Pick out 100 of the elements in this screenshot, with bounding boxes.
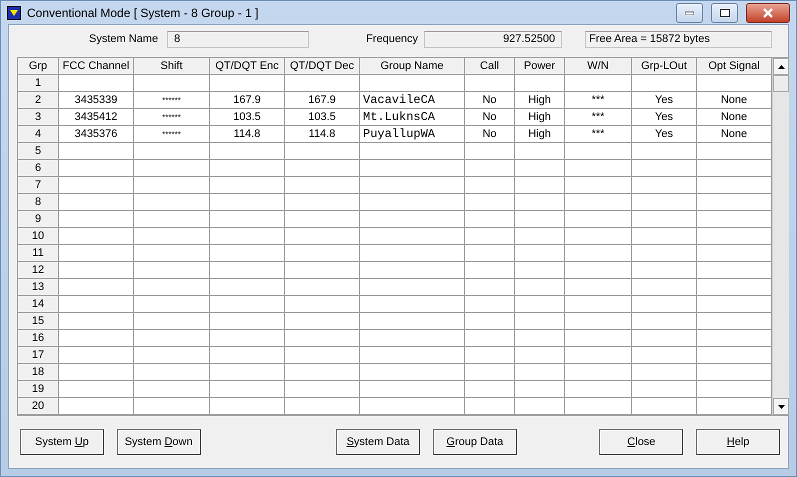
- empty-cell: [565, 296, 632, 313]
- empty-cell: [515, 262, 565, 279]
- empty-cell: [465, 364, 515, 381]
- maximize-button[interactable]: [711, 2, 738, 22]
- maximize-icon: [720, 8, 730, 16]
- empty-cell: [565, 177, 632, 194]
- column-header: FCC Channel: [59, 58, 134, 75]
- empty-cell: [565, 75, 632, 92]
- empty-cell: [515, 177, 565, 194]
- empty-cell: [465, 381, 515, 398]
- row-header: 14: [18, 296, 59, 313]
- column-header: Shift: [134, 58, 210, 75]
- empty-cell: [632, 160, 697, 177]
- row-header: 6: [18, 160, 59, 177]
- dialog-button[interactable]: System Up: [20, 429, 104, 455]
- scroll-up-button[interactable]: [773, 58, 789, 75]
- table-cell: 3435376: [59, 126, 134, 143]
- close-button[interactable]: [746, 2, 790, 22]
- row-header: 8: [18, 194, 59, 211]
- empty-cell: [565, 211, 632, 228]
- row-header: 5: [18, 143, 59, 160]
- table-cell: 3435339: [59, 92, 134, 109]
- empty-cell: [632, 364, 697, 381]
- row-header: 18: [18, 364, 59, 381]
- window-title: Conventional Mode [ System - 8 Group - 1 ]: [27, 6, 258, 20]
- empty-cell: [565, 245, 632, 262]
- table-cell: ******: [134, 92, 210, 109]
- empty-cell: [515, 245, 565, 262]
- empty-cell: [632, 347, 697, 364]
- row-header: 15: [18, 313, 59, 330]
- empty-cell: [465, 245, 515, 262]
- row-header: 9: [18, 211, 59, 228]
- table-cell: No: [465, 126, 515, 143]
- frequency-label: Frequency: [366, 33, 418, 45]
- empty-cell: [515, 228, 565, 245]
- table-cell: No: [465, 109, 515, 126]
- empty-cell: [565, 381, 632, 398]
- empty-cell: [632, 313, 697, 330]
- table-cell: 167.9: [285, 92, 360, 109]
- empty-cell: [515, 75, 565, 92]
- empty-cell: [465, 228, 515, 245]
- table-cell: VacavileCA: [360, 92, 465, 109]
- empty-cell: [632, 381, 697, 398]
- empty-cell: [465, 143, 515, 160]
- column-header: Call: [465, 58, 515, 75]
- empty-cell: [565, 262, 632, 279]
- empty-cell: [465, 75, 515, 92]
- empty-cell: [565, 194, 632, 211]
- empty-cell: [565, 279, 632, 296]
- dialog-button[interactable]: System Down: [116, 429, 201, 455]
- row-header: 16: [18, 330, 59, 347]
- scroll-thumb[interactable]: [773, 75, 789, 92]
- empty-cell: [565, 347, 632, 364]
- table-cell: 114.8: [285, 126, 360, 143]
- dialog-button[interactable]: Close: [599, 429, 684, 455]
- empty-cell: [515, 330, 565, 347]
- row-header: 2: [18, 92, 59, 109]
- table-cell: Yes: [632, 109, 697, 126]
- table-cell: ***: [565, 92, 632, 109]
- column-header: Grp-LOut: [632, 58, 697, 75]
- empty-cell: [632, 177, 697, 194]
- dialog-button[interactable]: Help: [696, 429, 780, 455]
- dialog-button[interactable]: Group Data: [432, 429, 517, 455]
- empty-cell: [465, 313, 515, 330]
- dialog-button[interactable]: System Data: [336, 429, 420, 455]
- row-header: 3: [18, 109, 59, 126]
- empty-cell: [465, 330, 515, 347]
- empty-cell: [515, 313, 565, 330]
- empty-cell: [465, 347, 515, 364]
- table-cell: 103.5: [285, 109, 360, 126]
- system-name-label: System Name: [89, 33, 158, 45]
- row-header: 7: [18, 177, 59, 194]
- empty-cell: [565, 143, 632, 160]
- system-name-field: 8: [167, 30, 310, 48]
- empty-cell: [632, 228, 697, 245]
- empty-cell: [465, 160, 515, 177]
- scroll-down-button[interactable]: [773, 398, 789, 415]
- column-header: QT/DQT Dec: [285, 58, 360, 75]
- table-cell: 103.5: [210, 109, 285, 126]
- table-cell: ***: [565, 126, 632, 143]
- row-header: 11: [18, 245, 59, 262]
- table-cell: PuyallupWA: [360, 126, 465, 143]
- empty-cell: [515, 296, 565, 313]
- table-cell: ******: [134, 109, 210, 126]
- table-cell: High: [515, 109, 565, 126]
- empty-cell: [515, 211, 565, 228]
- table-cell: ***: [565, 109, 632, 126]
- minimize-icon: [685, 10, 694, 14]
- minimize-button[interactable]: [676, 2, 703, 22]
- column-header: QT/DQT Enc: [210, 58, 285, 75]
- empty-cell: [515, 381, 565, 398]
- empty-cell: [465, 296, 515, 313]
- empty-cell: [565, 364, 632, 381]
- row-header: 4: [18, 126, 59, 143]
- table-cell: Yes: [632, 92, 697, 109]
- empty-cell: [565, 330, 632, 347]
- empty-cell: [515, 194, 565, 211]
- empty-cell: [632, 143, 697, 160]
- empty-cell: [632, 262, 697, 279]
- row-header: 13: [18, 279, 59, 296]
